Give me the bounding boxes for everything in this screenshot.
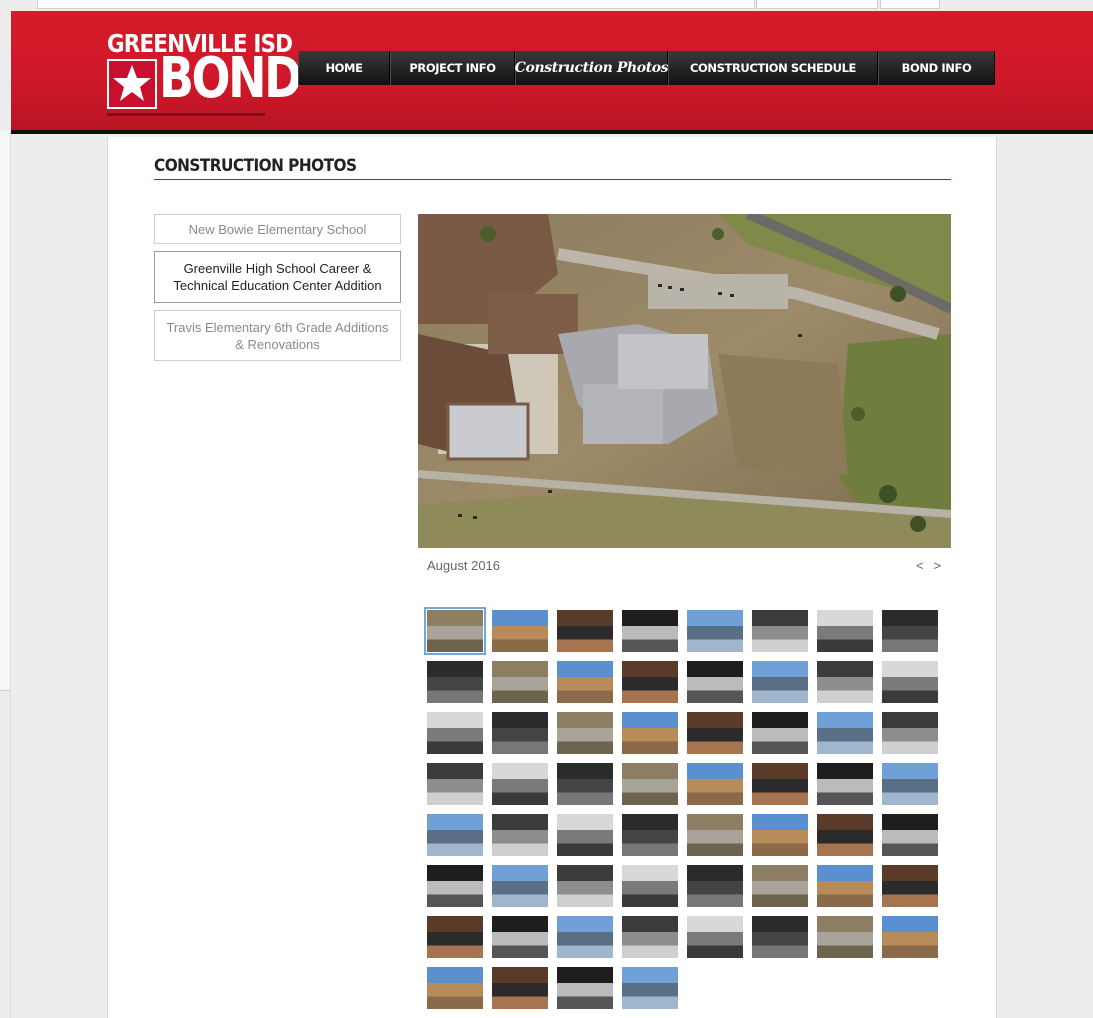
photo-thumbnail[interactable] [622,967,678,1009]
photo-thumbnail[interactable] [882,712,938,754]
photo-thumbnail[interactable] [817,814,873,856]
photo-thumbnail[interactable] [752,661,808,703]
photo-thumbnail[interactable] [557,865,613,907]
project-item-greenville-high[interactable]: Greenville High School Career & Technica… [154,251,401,303]
photo-thumbnail[interactable] [492,712,548,754]
photo-thumbnail[interactable] [752,814,808,856]
photo-thumbnail[interactable] [492,661,548,703]
main-content: CONSTRUCTION PHOTOS New Bowie Elementary… [107,137,997,1018]
photo-thumbnail[interactable] [687,661,743,703]
photo-thumbnail[interactable] [687,610,743,652]
photo-thumbnail[interactable] [687,865,743,907]
photo-thumbnail[interactable] [882,865,938,907]
photo-thumbnail[interactable] [427,916,483,958]
photo-thumbnail[interactable] [557,916,613,958]
project-item-travis[interactable]: Travis Elementary 6th Grade Additions & … [154,310,401,361]
photo-thumbnail[interactable] [424,607,486,655]
nav-construction-photos[interactable]: Construction Photos [515,51,669,85]
title-divider [154,179,951,180]
photo-thumbnail[interactable] [557,661,613,703]
photo-thumbnail[interactable] [817,865,873,907]
photo-thumbnail[interactable] [622,712,678,754]
left-page-edge [0,130,11,690]
nav-bond-info[interactable]: BOND INFO [878,51,995,85]
main-photo[interactable] [418,214,951,548]
browser-chrome [0,0,1093,10]
nav-project-info[interactable]: PROJECT INFO [390,51,515,85]
photo-thumbnail[interactable] [622,814,678,856]
photo-thumbnail[interactable] [882,916,938,958]
photo-thumbnail[interactable] [687,814,743,856]
photo-thumbnail[interactable] [427,967,483,1009]
photo-thumbnail[interactable] [557,712,613,754]
left-page-edge-lower [0,690,11,1018]
photo-thumbnail[interactable] [752,763,808,805]
photo-thumbnail[interactable] [817,916,873,958]
photo-thumbnail[interactable] [752,916,808,958]
photo-thumbnail[interactable] [492,814,548,856]
photo-thumbnail[interactable] [557,814,613,856]
project-item-bowie[interactable]: New Bowie Elementary School [154,214,401,244]
project-list: New Bowie Elementary School Greenville H… [154,214,401,361]
photo-thumbnail[interactable] [882,814,938,856]
logo-tagline-bar [107,113,265,116]
photo-thumbnail[interactable] [752,712,808,754]
photo-thumbnail[interactable] [492,610,548,652]
photo-thumbnail[interactable] [752,610,808,652]
photo-thumbnail[interactable] [492,865,548,907]
photo-thumbnail[interactable] [687,712,743,754]
logo-line2: BOND [159,46,302,111]
page-title: CONSTRUCTION PHOTOS [154,156,357,176]
photo-thumbnail[interactable] [882,661,938,703]
photo-thumbnail[interactable] [492,916,548,958]
photo-thumbnail[interactable] [687,916,743,958]
photo-thumbnail[interactable] [817,712,873,754]
photo-thumbnail[interactable] [427,712,483,754]
nav-construction-schedule[interactable]: CONSTRUCTION SCHEDULE [668,51,878,85]
star-icon [107,59,157,109]
site-logo[interactable]: GREENVILLE ISD BOND [107,29,302,116]
photo-thumbnail[interactable] [622,763,678,805]
photo-thumbnail[interactable] [817,661,873,703]
photo-thumbnail[interactable] [557,763,613,805]
photo-caption: August 2016 [427,558,501,573]
photo-thumbnail[interactable] [557,967,613,1009]
photo-thumbnail[interactable] [557,610,613,652]
photo-thumbnail[interactable] [622,916,678,958]
photo-thumbnail[interactable] [622,865,678,907]
photo-thumbnail[interactable] [882,763,938,805]
photo-thumbnail[interactable] [817,610,873,652]
photo-thumbnail[interactable] [427,814,483,856]
photo-thumbnail[interactable] [492,967,548,1009]
photo-thumbnail[interactable] [492,763,548,805]
photo-thumbnail[interactable] [817,763,873,805]
photo-thumbnail[interactable] [427,763,483,805]
photo-thumbnail[interactable] [882,610,938,652]
photo-thumbnail[interactable] [687,763,743,805]
prev-photo-button[interactable]: < [916,558,924,573]
nav-home[interactable]: HOME [298,51,390,85]
photo-thumbnail[interactable] [752,865,808,907]
site-header: GREENVILLE ISD BOND HOME PROJECT INFO Co… [11,11,1093,134]
photo-thumbnail[interactable] [622,661,678,703]
photo-arrows: < > [906,558,941,573]
next-photo-button[interactable]: > [934,558,942,573]
photo-thumbnail[interactable] [622,610,678,652]
photo-thumbnail[interactable] [427,661,483,703]
main-nav: HOME PROJECT INFO Construction Photos CO… [298,51,995,85]
photo-thumbnail[interactable] [427,865,483,907]
